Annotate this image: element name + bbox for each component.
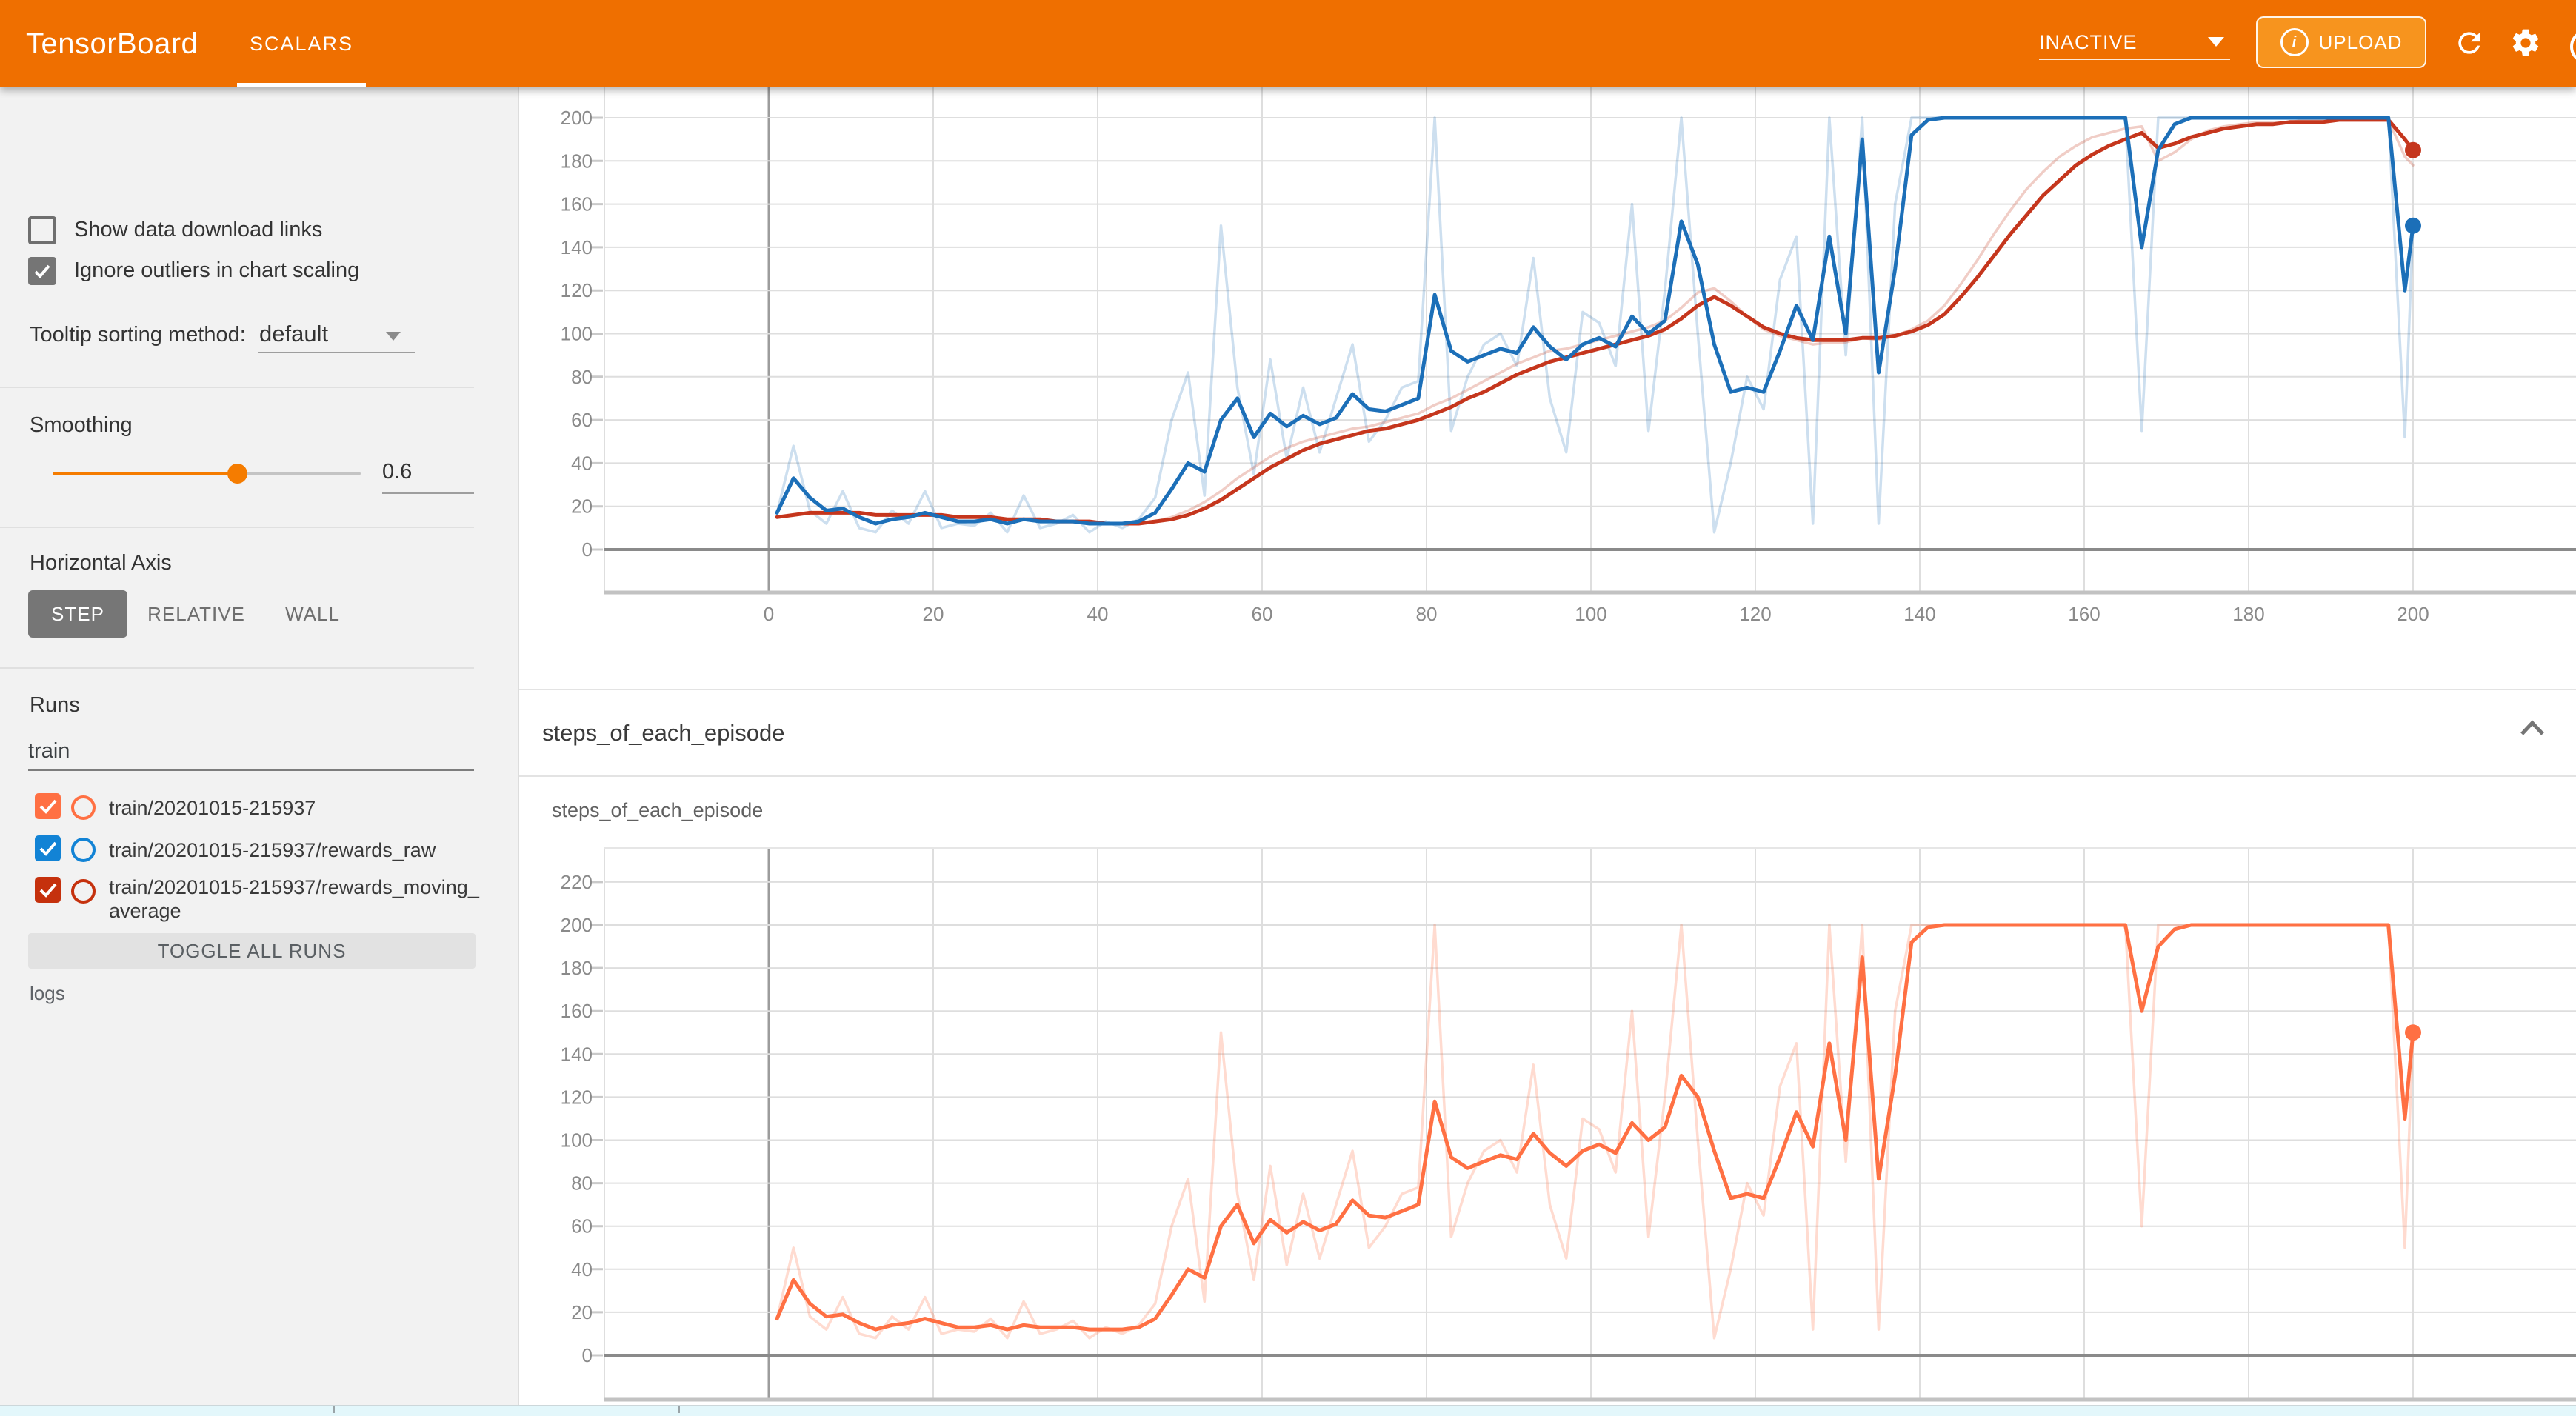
horizontal-axis-label: Horizontal Axis [30, 551, 172, 575]
smoothing-value[interactable]: 0.6 [382, 460, 474, 484]
run-color-circle[interactable] [71, 838, 96, 862]
svg-text:140: 140 [561, 236, 593, 258]
app-header: TensorBoard SCALARS INACTIVE i UPLOAD [0, 0, 2576, 87]
run-label: train/20201015-215937 [109, 796, 483, 820]
help-icon-partial[interactable] [2570, 30, 2576, 64]
svg-text:60: 60 [571, 409, 593, 431]
run-checkbox[interactable] [35, 835, 61, 861]
check-icon [30, 259, 54, 283]
main-content: 0204060801001201401601802000204060801001… [518, 87, 2576, 1416]
run-checkbox[interactable] [35, 793, 61, 819]
svg-text:100: 100 [561, 1129, 593, 1152]
svg-text:0: 0 [582, 1344, 593, 1366]
status-dropdown-value: INACTIVE [2039, 31, 2138, 54]
svg-text:60: 60 [1252, 603, 1273, 625]
svg-text:0: 0 [582, 538, 593, 561]
checkbox-label: Show data download links [74, 218, 322, 242]
run-color-circle[interactable] [71, 879, 96, 904]
svg-text:120: 120 [561, 1086, 593, 1108]
svg-text:0: 0 [764, 603, 774, 625]
tab-active-underline [237, 83, 366, 87]
chevron-down-icon [2208, 37, 2224, 47]
logs-label: logs [30, 982, 65, 1005]
section-header-steps-of-each-episode[interactable]: steps_of_each_episode [518, 690, 2576, 777]
info-icon: i [2280, 28, 2309, 56]
status-dropdown[interactable]: INACTIVE [2039, 0, 2232, 87]
toggle-all-runs-button[interactable]: TOGGLE ALL RUNS [28, 933, 476, 969]
rewards-chart-card: 0 20 40 60 80 100 120 140 160 180 200 0 20 40 60 80 100 1… [518, 87, 2576, 690]
svg-text:160: 160 [561, 193, 593, 216]
svg-text:80: 80 [571, 366, 593, 388]
axis-wall-button[interactable]: WALL [268, 590, 357, 638]
settings-gear-icon[interactable] [2509, 27, 2542, 59]
chevron-up-icon[interactable] [2518, 718, 2546, 738]
run-label: train/20201015-215937/rewards_moving_ave… [109, 875, 483, 923]
svg-text:40: 40 [571, 452, 593, 474]
check-icon [35, 793, 61, 819]
tooltip-sorting-dropdown[interactable]: default [259, 321, 328, 347]
check-icon [35, 835, 61, 861]
svg-text:40: 40 [1087, 603, 1109, 625]
divider [0, 667, 474, 669]
svg-text:100: 100 [1575, 603, 1606, 625]
svg-text:200: 200 [561, 914, 593, 936]
svg-text:20: 20 [571, 495, 593, 518]
app-title: TensorBoard [26, 0, 198, 87]
svg-text:140: 140 [1903, 603, 1935, 625]
smoothing-label: Smoothing [30, 413, 133, 438]
upload-button[interactable]: i UPLOAD [2256, 16, 2426, 68]
svg-text:20: 20 [923, 603, 944, 625]
svg-text:120: 120 [561, 279, 593, 301]
smoothing-slider-thumb[interactable] [227, 464, 247, 484]
rewards-chart[interactable]: 0 20 40 60 80 100 120 140 160 180 200 0 20 40 60 80 100 1… [518, 87, 2576, 689]
tab-scalars-label: SCALARS [237, 33, 366, 56]
svg-text:180: 180 [561, 150, 593, 172]
checkbox-label: Ignore outliers in chart scaling [74, 258, 359, 283]
svg-text:220: 220 [561, 871, 593, 893]
svg-text:200: 200 [561, 107, 593, 129]
section-title: steps_of_each_episode [542, 720, 784, 747]
settings-sidebar: Show data download links Ignore outliers… [0, 87, 519, 1416]
refresh-icon[interactable] [2453, 27, 2486, 59]
divider [0, 527, 474, 528]
svg-text:180: 180 [561, 957, 593, 979]
svg-text:180: 180 [2232, 603, 2264, 625]
svg-text:100: 100 [561, 323, 593, 345]
chevron-down-icon [386, 332, 401, 341]
svg-text:80: 80 [571, 1172, 593, 1195]
tensorboard-app: TensorBoard SCALARS INACTIVE i UPLOAD Sh… [0, 0, 2576, 1416]
svg-text:200: 200 [2397, 603, 2429, 625]
axis-relative-button[interactable]: RELATIVE [137, 590, 256, 638]
run-color-circle[interactable] [71, 795, 96, 820]
run-label: train/20201015-215937/rewards_raw [109, 838, 483, 862]
svg-text:20: 20 [571, 1301, 593, 1323]
axis-step-button[interactable]: STEP [28, 590, 127, 638]
runs-label: Runs [30, 693, 80, 718]
svg-text:140: 140 [561, 1043, 593, 1065]
svg-text:120: 120 [1739, 603, 1771, 625]
smoothing-slider[interactable] [53, 472, 361, 475]
tab-scalars[interactable]: SCALARS [237, 0, 366, 87]
steps-chart[interactable]: 0 20 40 60 80 100 120 140 160 180 200 220 [518, 777, 2576, 1416]
svg-text:80: 80 [1416, 603, 1438, 625]
svg-text:160: 160 [561, 1000, 593, 1022]
svg-text:40: 40 [571, 1258, 593, 1280]
ignore-outliers-checkbox[interactable] [28, 257, 56, 285]
show-data-download-links-checkbox[interactable] [28, 216, 56, 244]
runs-filter-input[interactable] [28, 739, 473, 764]
upload-button-label: UPLOAD [2319, 31, 2403, 54]
steps-chart-card: steps_of_each_episode 020406080100120140… [518, 777, 2576, 1416]
check-icon [35, 877, 61, 903]
divider [0, 387, 474, 388]
run-checkbox[interactable] [35, 877, 61, 903]
svg-text:160: 160 [2068, 603, 2100, 625]
svg-text:60: 60 [571, 1215, 593, 1238]
horizontal-scroll-strip[interactable] [0, 1405, 2576, 1416]
tooltip-sorting-label: Tooltip sorting method: [30, 323, 246, 347]
